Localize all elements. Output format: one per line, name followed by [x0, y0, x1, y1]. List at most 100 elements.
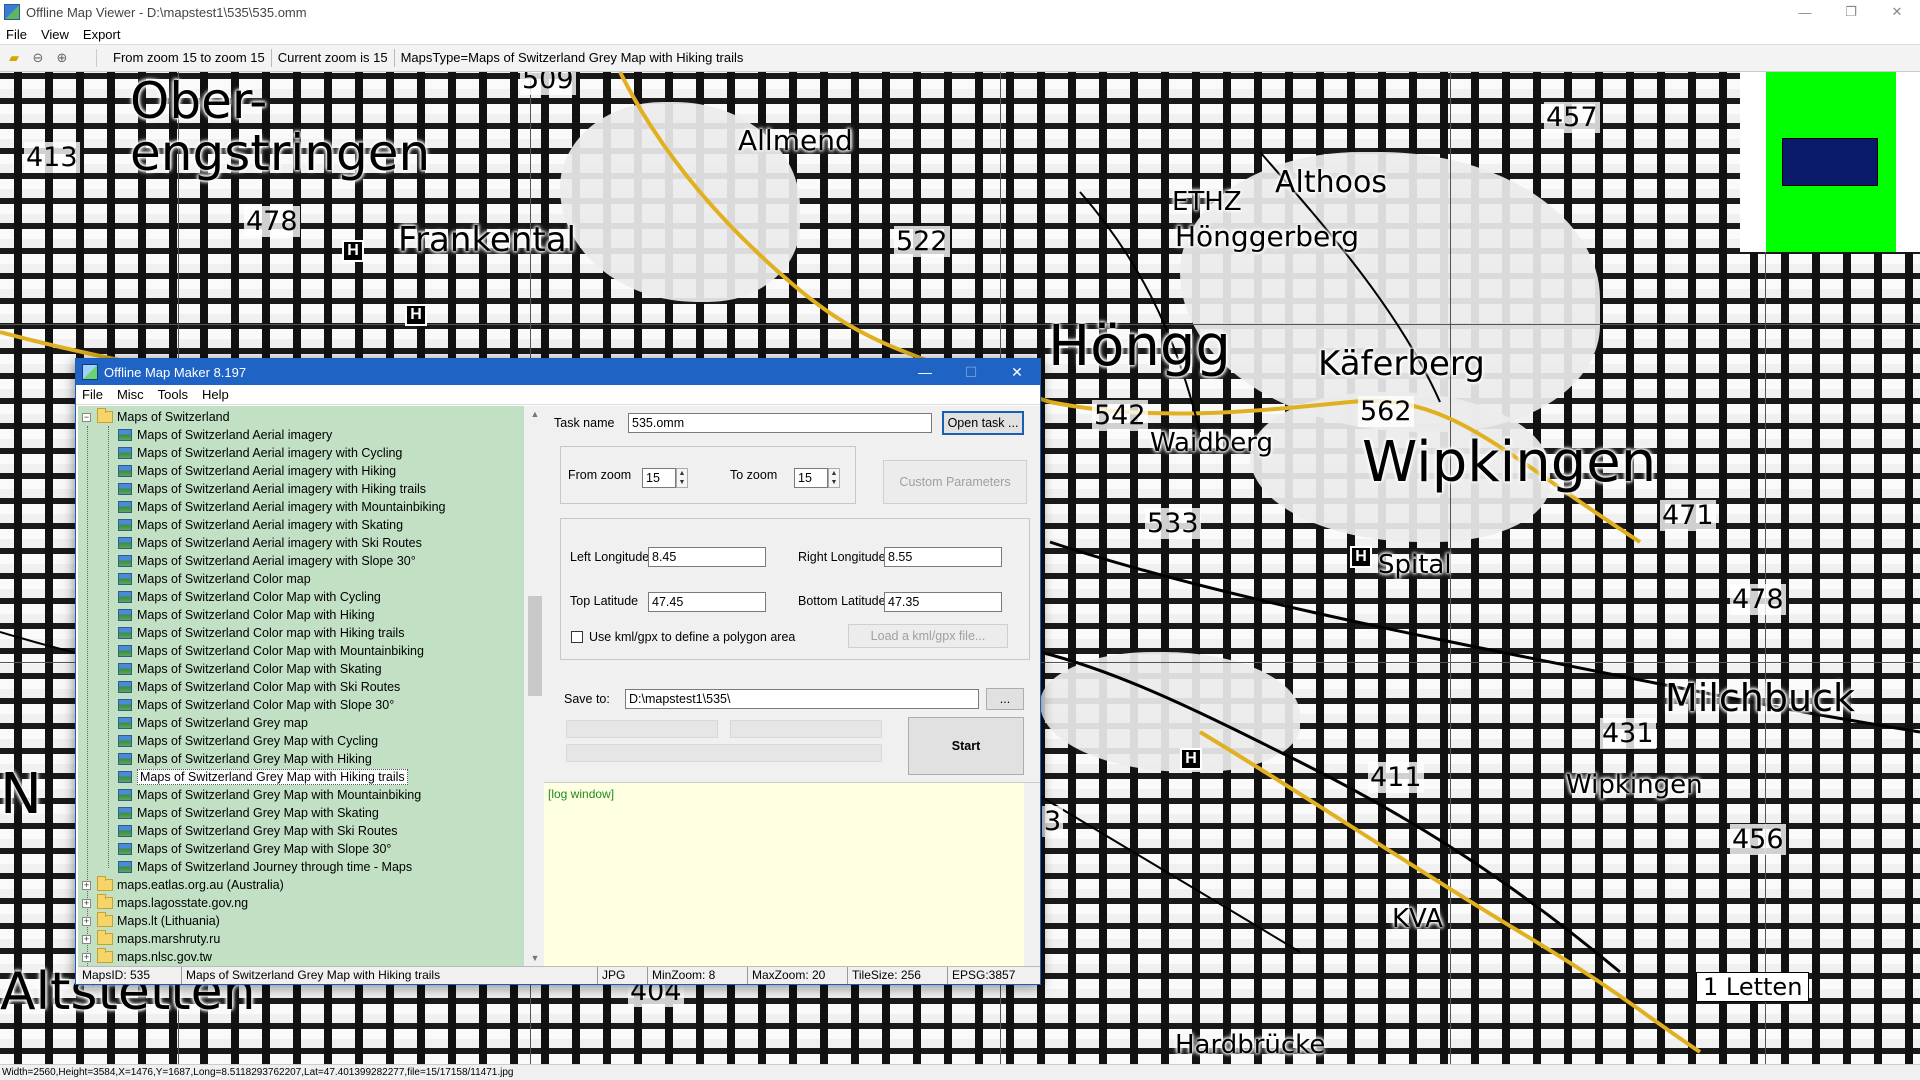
tree-node-map[interactable]: Maps of Switzerland Aerial imagery with …	[118, 444, 402, 462]
place-label: Höngg	[1048, 314, 1231, 379]
tree-node-map[interactable]: Maps of Switzerland Aerial imagery with …	[118, 516, 403, 534]
folder-icon	[97, 948, 113, 963]
expand-icon[interactable]: +	[82, 898, 91, 908]
place-label: KVA	[1392, 904, 1443, 934]
expand-icon[interactable]: +	[82, 916, 91, 926]
tree-node-map[interactable]: Maps of Switzerland Grey Map with Skatin…	[118, 804, 379, 822]
tree-node-map[interactable]: Maps of Switzerland Grey Map with Ski Ro…	[118, 822, 398, 840]
offline-map-maker-dialog: Offline Map Maker 8.197 — ☐ ✕ File Misc …	[75, 358, 1041, 985]
from-zoom-input[interactable]	[642, 468, 676, 488]
custom-parameters-button[interactable]: Custom Parameters	[883, 460, 1027, 504]
tree-node-root[interactable]: − Maps of Switzerland	[82, 408, 230, 426]
tree-node-provider[interactable]: + Maps.lt (Lithuania)	[82, 912, 220, 930]
log-scrollbar[interactable]	[1024, 783, 1040, 967]
dialog-menu-help[interactable]: Help	[202, 387, 229, 402]
maps-tree[interactable]: − Maps of Switzerland Maps of Switzerland …	[78, 406, 524, 966]
left-longitude-input[interactable]	[648, 547, 766, 567]
tree-node-map[interactable]: Maps of Switzerland Journey through time…	[118, 858, 412, 876]
tree-node-provider[interactable]: + maps.marshruty.ru	[82, 930, 220, 948]
tree-node-map[interactable]: Maps of Switzerland Aerial imagery with …	[118, 552, 416, 570]
tree-node-map[interactable]: Maps of Switzerland Aerial imagery	[118, 426, 332, 444]
tree-node-provider[interactable]: + maps.eatlas.org.au (Australia)	[82, 876, 284, 894]
minimap-viewport[interactable]	[1782, 138, 1878, 186]
tree-node-map[interactable]: Maps of Switzerland Grey Map with Mounta…	[118, 786, 421, 804]
to-zoom-spinner[interactable]: ▲ ▼	[828, 468, 840, 488]
tree-node-provider[interactable]: + maps.lagosstate.gov.ng	[82, 894, 248, 912]
tree-node-map[interactable]: Maps of Switzerland Aerial imagery with …	[118, 498, 445, 516]
menu-view[interactable]: View	[41, 27, 69, 42]
minimap[interactable]	[1766, 72, 1896, 252]
tree-node-map[interactable]: Maps of Switzerland Color Map with Ski R…	[118, 678, 400, 696]
log-window[interactable]: [log window]	[544, 782, 1040, 967]
dialog-close-icon[interactable]: ✕	[994, 359, 1040, 385]
tree-node-label: Maps of Switzerland Aerial imagery with …	[137, 482, 426, 496]
tree-scrollbar[interactable]: ▲ ▼	[524, 406, 546, 966]
tree-node-map[interactable]: Maps of Switzerland Grey Map with Cyclin…	[118, 732, 378, 750]
browse-button[interactable]: ...	[986, 688, 1024, 710]
dialog-menu-misc[interactable]: Misc	[117, 387, 144, 402]
place-label: Allmend	[738, 124, 853, 157]
tree-node-map[interactable]: Maps of Switzerland Color Map with Slope…	[118, 696, 394, 714]
task-name-input[interactable]	[628, 413, 932, 433]
use-kml-checkbox[interactable]	[571, 631, 583, 643]
tree-node-map[interactable]: Maps of Switzerland Color Map with Hikin…	[118, 606, 375, 624]
tree-node-label: Maps of Switzerland Color Map with Ski R…	[137, 680, 401, 694]
open-task-button[interactable]: Open task ...	[942, 411, 1024, 435]
map-icon	[118, 663, 132, 675]
dialog-menu-tools[interactable]: Tools	[158, 387, 188, 402]
top-latitude-input[interactable]	[648, 592, 766, 612]
task-name-label: Task name	[554, 416, 615, 430]
tree-node-map[interactable]: Maps of Switzerland Color map	[118, 570, 311, 588]
open-folder-icon[interactable]: ▰	[4, 48, 24, 68]
dialog-menu-file[interactable]: File	[82, 387, 103, 402]
scroll-up-icon[interactable]: ▲	[524, 406, 546, 422]
collapse-icon[interactable]: −	[82, 412, 91, 422]
scroll-down-icon[interactable]: ▼	[524, 950, 546, 966]
zoom-in-icon[interactable]: ⊕	[52, 48, 72, 68]
tree-node-label: Maps of Switzerland Color Map with Skati…	[137, 662, 382, 676]
tree-node-map[interactable]: Maps of Switzerland Aerial imagery with …	[118, 462, 396, 480]
menu-file[interactable]: File	[6, 27, 27, 42]
expand-icon[interactable]: +	[82, 952, 91, 962]
tree-node-map[interactable]: Maps of Switzerland Grey Map with Slope …	[118, 840, 391, 858]
place-label: engstringen	[130, 124, 431, 182]
scroll-thumb[interactable]	[528, 596, 542, 696]
tree-node-map[interactable]: Maps of Switzerland Color map with Hikin…	[118, 624, 404, 642]
tree-node-label: Maps of Switzerland Aerial imagery with …	[137, 554, 416, 568]
save-to-input[interactable]	[625, 689, 979, 709]
menu-export[interactable]: Export	[83, 27, 121, 42]
tree-node-map[interactable]: Maps of Switzerland Aerial imagery with …	[118, 534, 422, 552]
map-icon	[118, 843, 132, 855]
close-icon[interactable]: ✕	[1874, 0, 1920, 24]
tree-node-label: Maps of Switzerland Grey Map with Skatin…	[137, 806, 379, 820]
tree-node-map[interactable]: Maps of Switzerland Grey Map with Hiking	[118, 750, 372, 768]
right-longitude-input[interactable]	[884, 547, 1002, 567]
elevation-label: 478	[1730, 584, 1786, 615]
tree-node-label: Maps of Switzerland	[117, 410, 230, 424]
place-label: Ober-	[130, 72, 268, 130]
map-icon	[118, 789, 132, 801]
tree-node-map[interactable]: Maps of Switzerland Color Map with Cycli…	[118, 588, 381, 606]
tree-node-provider[interactable]: + maps.nlsc.gov.tw	[82, 948, 212, 966]
start-button[interactable]: Start	[908, 717, 1024, 775]
maximize-icon[interactable]: ❐	[1828, 0, 1874, 24]
tree-node-map[interactable]: Maps of Switzerland Color Map with Skati…	[118, 660, 382, 678]
tree-node-label: Maps of Switzerland Aerial imagery with …	[137, 464, 397, 478]
elevation-label: 533	[1145, 508, 1201, 539]
load-kml-button[interactable]: Load a kml/gpx file...	[848, 624, 1008, 648]
from-zoom-spinner[interactable]: ▲ ▼	[676, 468, 688, 488]
bottom-latitude-input[interactable]	[884, 592, 1002, 612]
tree-node-map[interactable]: Maps of Switzerland Color Map with Mount…	[118, 642, 424, 660]
dialog-minimize-icon[interactable]: —	[902, 359, 948, 385]
expand-icon[interactable]: +	[82, 880, 91, 890]
tree-node-map[interactable]: Maps of Switzerland Grey map	[118, 714, 308, 732]
to-zoom-label: To zoom	[730, 468, 778, 482]
tree-node-map[interactable]: Maps of Switzerland Grey Map with Hiking…	[118, 768, 408, 786]
to-zoom-input[interactable]	[794, 468, 828, 488]
tree-node-map[interactable]: Maps of Switzerland Aerial imagery with …	[118, 480, 426, 498]
minimize-icon[interactable]: —	[1782, 0, 1828, 24]
tree-node-label: Maps of Switzerland Aerial imagery with …	[137, 536, 422, 550]
elevation-label: 457	[1544, 102, 1600, 133]
expand-icon[interactable]: +	[82, 934, 91, 944]
zoom-out-icon[interactable]: ⊖	[28, 48, 48, 68]
